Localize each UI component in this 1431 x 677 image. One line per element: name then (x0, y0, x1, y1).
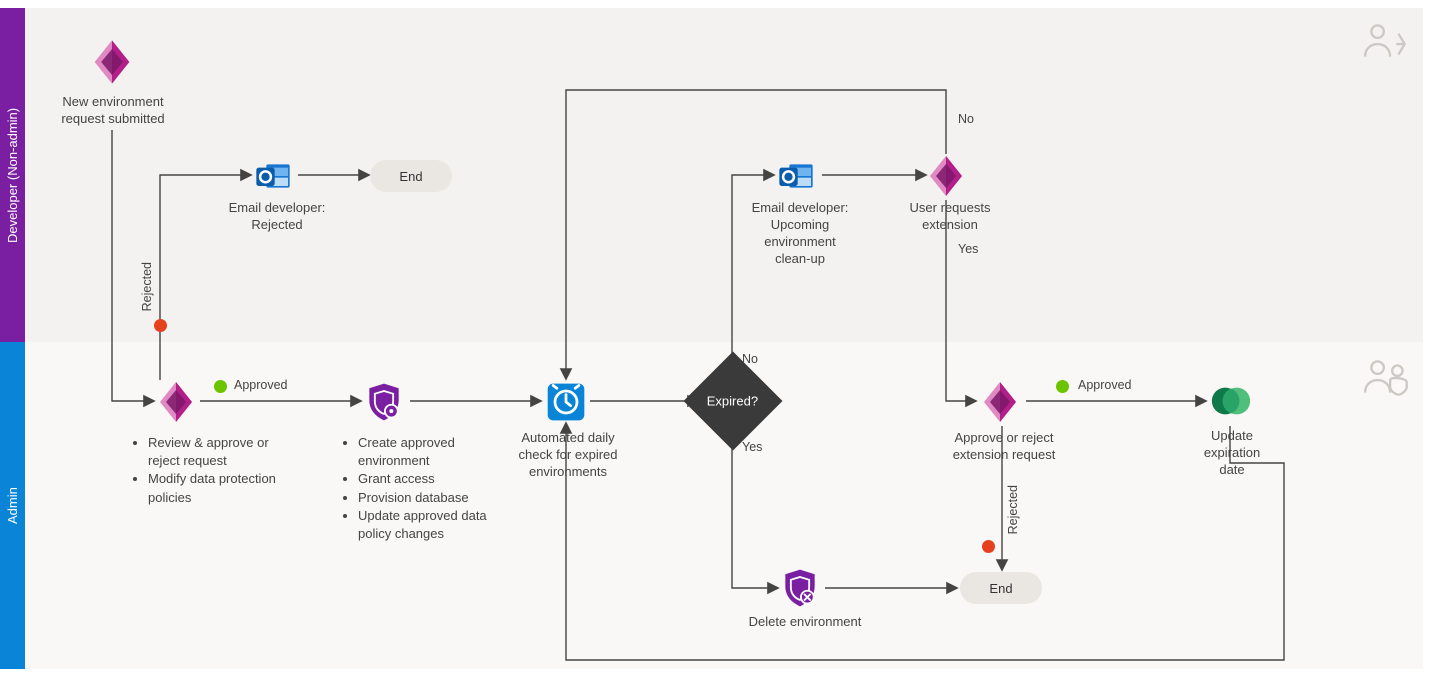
decision-expired-label: Expired? (707, 394, 758, 409)
edge-label-rejected-2: Rejected (1006, 485, 1020, 534)
node-update-expiration-label: Updateexpirationdate (1192, 428, 1272, 479)
node-daily-check-label: Automated dailycheck for expiredenvironm… (510, 430, 626, 481)
lane-label-admin: Admin (0, 342, 25, 669)
developer-lane-icon (1363, 22, 1413, 62)
node-email-cleanup-label: Email developer:Upcomingenvironmentclean… (745, 200, 855, 268)
outlook-icon (776, 156, 816, 196)
node-approve-extension-label: Approve or rejectextension request (946, 430, 1062, 464)
powerapps-icon (152, 378, 200, 426)
status-dot-rejected (154, 319, 167, 332)
node-email-rejected-label: Email developer:Rejected (222, 200, 332, 234)
shield-gear-icon (362, 380, 406, 424)
outlook-icon (253, 156, 293, 196)
list-item: Grant access (358, 470, 518, 488)
admin-lane-icon (1363, 358, 1413, 398)
list-item: Create approved environment (358, 434, 518, 470)
edge-label-approved-2: Approved (1078, 378, 1132, 392)
lane-developer-bg (25, 8, 1423, 342)
powerapps-icon (86, 36, 138, 88)
dataverse-icon (1208, 378, 1254, 424)
list-item: Provision database (358, 489, 518, 507)
scheduled-flow-icon (544, 380, 588, 424)
node-new-request-label: New environmentrequest submitted (53, 94, 173, 128)
powerapps-icon (976, 378, 1024, 426)
node-end-2: End (960, 572, 1042, 604)
node-delete-env-label: Delete environment (740, 614, 870, 631)
lane-label-developer: Developer (Non-admin) (0, 8, 25, 342)
node-review-approve-list: Review & approve or reject request Modif… (130, 434, 298, 507)
node-user-extension-label: User requestsextension (900, 200, 1000, 234)
status-dot-approved (214, 380, 227, 393)
edge-label-no-1: No (742, 352, 758, 366)
flow-diagram: Developer (Non-admin) Admin (0, 0, 1431, 677)
status-dot-rejected (982, 540, 995, 553)
edge-label-yes-1: Yes (742, 440, 762, 454)
list-item: Modify data protection policies (148, 470, 298, 506)
edge-label-yes-2: Yes (958, 242, 978, 256)
status-dot-approved (1056, 380, 1069, 393)
powerapps-icon (922, 152, 970, 200)
edge-label-no-2: No (958, 112, 974, 126)
node-end-1: End (370, 160, 452, 192)
node-create-env-list: Create approved environment Grant access… (340, 434, 518, 543)
edge-label-rejected-1: Rejected (140, 262, 154, 311)
list-item: Update approved data policy changes (358, 507, 518, 543)
edge-label-approved-1: Approved (234, 378, 288, 392)
shield-delete-icon (778, 566, 822, 610)
list-item: Review & approve or reject request (148, 434, 298, 470)
